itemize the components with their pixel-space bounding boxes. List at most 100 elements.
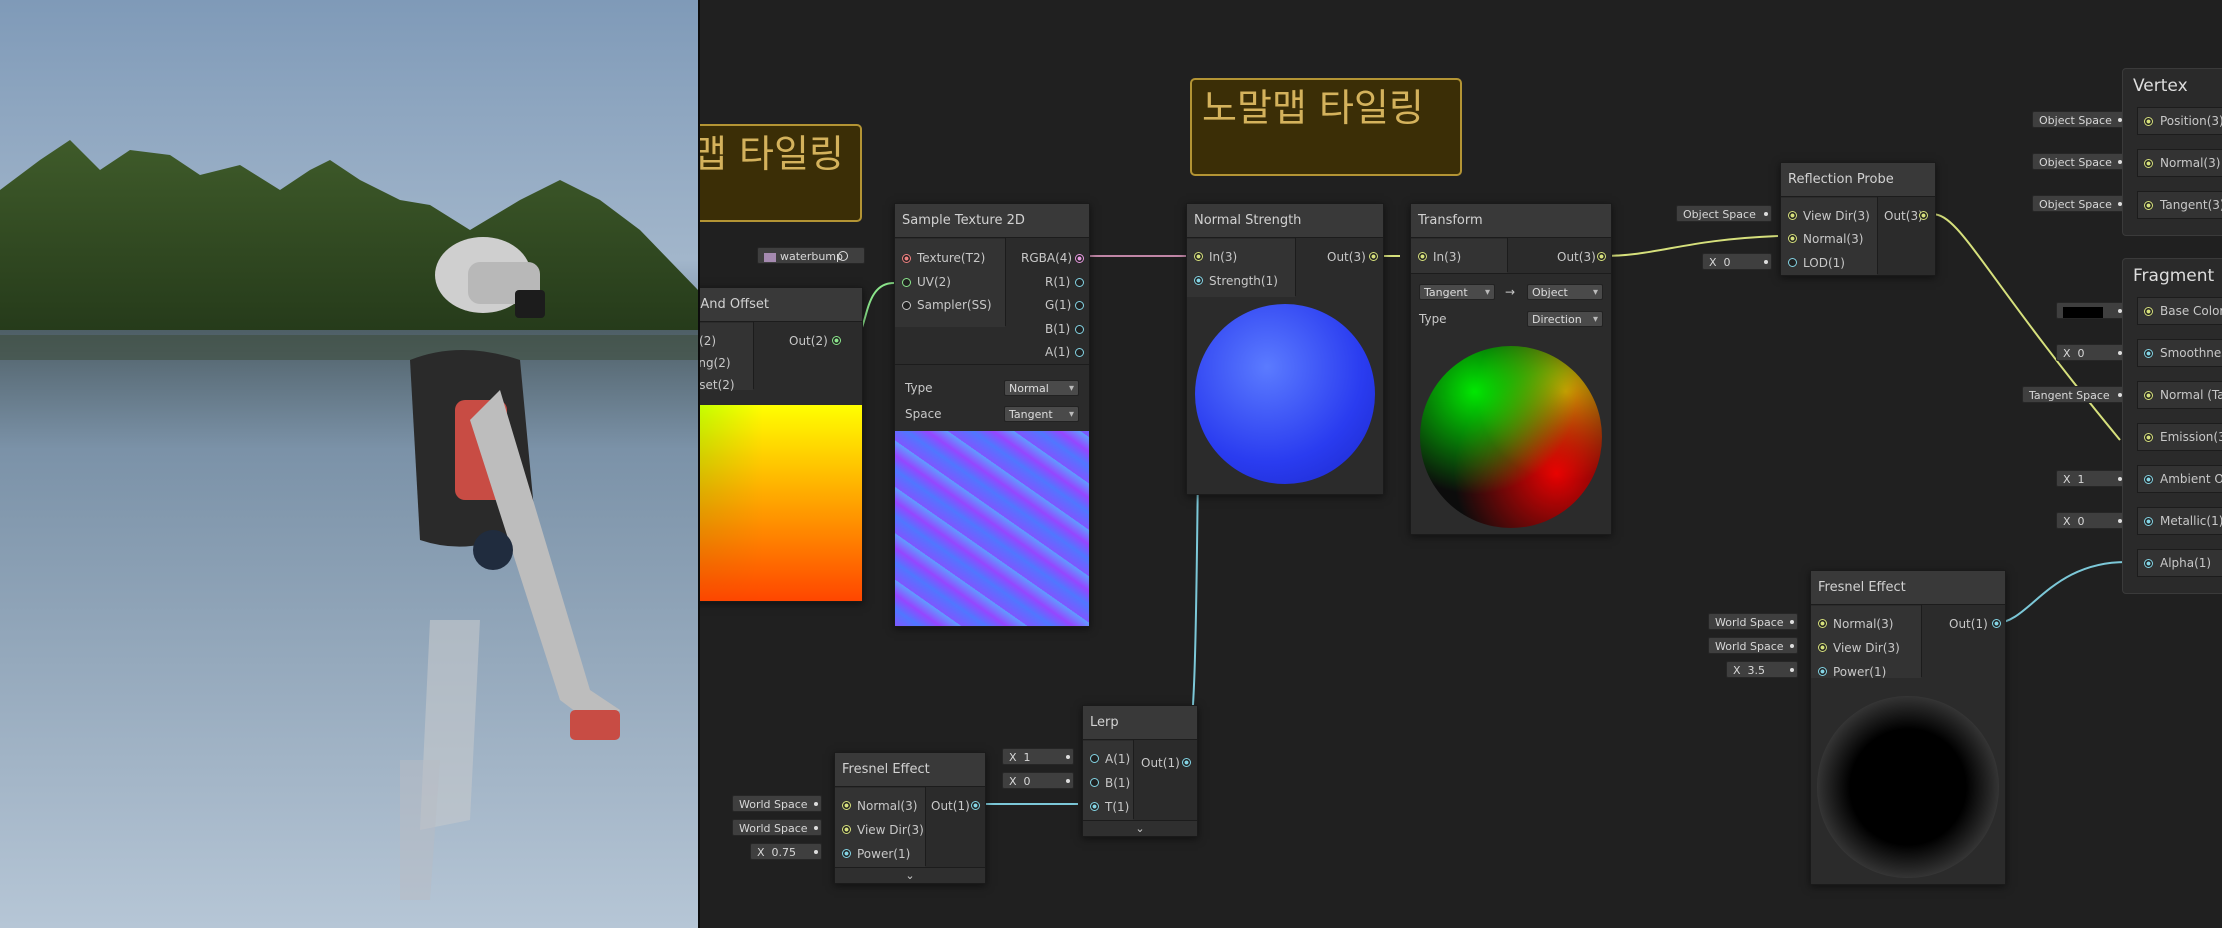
input-viewdir-port[interactable] bbox=[842, 825, 851, 834]
to-space-dropdown[interactable]: Object bbox=[1527, 284, 1603, 301]
output-out-port[interactable] bbox=[971, 801, 980, 810]
reflection-viewdir-space-pill[interactable]: Object Space bbox=[1676, 205, 1772, 222]
vertex-tangent-block[interactable]: Tangent(3) bbox=[2137, 191, 2222, 219]
node-title: Lerp bbox=[1083, 706, 1197, 740]
fresnel-right-viewdir-space-pill[interactable]: World Space bbox=[1708, 637, 1798, 654]
output-rgba-label: RGBA(4) bbox=[1021, 251, 1073, 265]
normal-strength-node[interactable]: Normal Strength In(3) Strength(1) Out(3) bbox=[1186, 203, 1384, 495]
output-a-port[interactable] bbox=[1075, 348, 1084, 357]
from-space-dropdown[interactable]: Tangent bbox=[1419, 284, 1495, 301]
normal-tangent-space-pill[interactable]: Tangent Space bbox=[2022, 386, 2126, 403]
port[interactable] bbox=[2144, 391, 2153, 400]
input-normal-port[interactable] bbox=[1818, 619, 1827, 628]
input-strength-port[interactable] bbox=[1194, 276, 1203, 285]
input-strength-label: Strength(1) bbox=[1209, 274, 1278, 288]
reflection-probe-node[interactable]: Reflection Probe View Dir(3) Normal(3) L… bbox=[1780, 162, 1936, 276]
type-dropdown[interactable]: Direction bbox=[1527, 311, 1603, 328]
output-out-port[interactable] bbox=[1919, 211, 1928, 220]
fresnel-effect-node-bottom[interactable]: Fresnel Effect Normal(3) View Dir(3) Pow… bbox=[834, 752, 986, 884]
fresnel-right-power-field[interactable]: X 3.5 bbox=[1726, 661, 1798, 678]
port[interactable] bbox=[2144, 475, 2153, 484]
input-uv-label: /(2) bbox=[699, 334, 717, 348]
input-t-port[interactable] bbox=[1090, 802, 1099, 811]
node-title: Transform bbox=[1411, 204, 1611, 238]
transform-node[interactable]: Transform In(3) Out(3) Tangent → Object … bbox=[1410, 203, 1612, 535]
output-rgba-port[interactable] bbox=[1075, 254, 1084, 263]
output-out-port[interactable] bbox=[1369, 252, 1378, 261]
input-in-port[interactable] bbox=[1194, 252, 1203, 261]
lerp-a-field[interactable]: X 1 bbox=[1002, 748, 1074, 765]
reflection-lod-field[interactable]: X 0 bbox=[1702, 253, 1772, 270]
input-in-port[interactable] bbox=[1418, 252, 1427, 261]
input-sampler-port[interactable] bbox=[902, 301, 911, 310]
output-out-port[interactable] bbox=[1992, 619, 2001, 628]
base-color-swatch-field[interactable] bbox=[2056, 302, 2126, 319]
normal-strength-preview bbox=[1195, 304, 1375, 484]
fresnel-bottom-power-field[interactable]: X 0.75 bbox=[750, 843, 822, 860]
input-normal-port[interactable] bbox=[842, 801, 851, 810]
vertex-position-space-pill[interactable]: Object Space bbox=[2032, 111, 2126, 128]
port[interactable] bbox=[2144, 307, 2153, 316]
output-out-port[interactable] bbox=[1182, 758, 1191, 767]
shader-graph-canvas[interactable]: 맵 타일링 노말맵 타일링 g And Offset /(2) ing(2) f… bbox=[698, 0, 2222, 928]
port[interactable] bbox=[2144, 117, 2153, 126]
port[interactable] bbox=[2144, 159, 2153, 168]
lerp-b-field[interactable]: X 0 bbox=[1002, 772, 1074, 789]
output-g-port[interactable] bbox=[1075, 301, 1084, 310]
smoothness-field[interactable]: X 0 bbox=[2056, 344, 2126, 361]
input-viewdir-port[interactable] bbox=[1818, 643, 1827, 652]
emission-block[interactable]: Emission(3) bbox=[2137, 423, 2222, 451]
port[interactable] bbox=[2144, 517, 2153, 526]
metallic-field[interactable]: X 0 bbox=[2056, 512, 2126, 529]
input-power-port[interactable] bbox=[842, 849, 851, 858]
metallic-block[interactable]: Metallic(1) bbox=[2137, 507, 2222, 535]
fresnel-effect-node-right[interactable]: Fresnel Effect Normal(3) View Dir(3) Pow… bbox=[1810, 570, 2006, 885]
sample-texture-2d-node[interactable]: Sample Texture 2D Texture(T2) UV(2) Samp… bbox=[894, 203, 1090, 627]
output-out-port[interactable] bbox=[832, 336, 841, 345]
tiling-and-offset-node[interactable]: g And Offset /(2) ing(2) fset(2) Out(2) bbox=[699, 287, 863, 602]
ambient-occlusion-block[interactable]: Ambient Occlusion(1) bbox=[2137, 465, 2222, 493]
vertex-normal-block[interactable]: Normal(3) bbox=[2137, 149, 2222, 177]
fresnel-bottom-viewdir-space-pill[interactable]: World Space bbox=[732, 819, 822, 836]
fresnel-bottom-normal-space-pill[interactable]: World Space bbox=[732, 795, 822, 812]
port[interactable] bbox=[2144, 433, 2153, 442]
vertex-position-block[interactable]: Position(3) bbox=[2137, 107, 2222, 135]
alpha-block[interactable]: Alpha(1) bbox=[2137, 549, 2222, 577]
sticky-note-center[interactable]: 노말맵 타일링 bbox=[1190, 78, 1462, 176]
fresnel-right-normal-space-pill[interactable]: World Space bbox=[1708, 613, 1798, 630]
port[interactable] bbox=[2144, 559, 2153, 568]
lerp-node[interactable]: Lerp A(1) B(1) T(1) Out(1) ⌄ bbox=[1082, 705, 1198, 837]
expand-preview-chevron-icon[interactable]: ⌄ bbox=[1083, 820, 1197, 836]
port[interactable] bbox=[2144, 349, 2153, 358]
scene-preview[interactable] bbox=[0, 0, 698, 928]
output-r-port[interactable] bbox=[1075, 278, 1084, 287]
input-viewdir-port[interactable] bbox=[1788, 211, 1797, 220]
vertex-context-stack[interactable]: Vertex Position(3) Normal(3) Tangent(3) bbox=[2122, 68, 2222, 236]
texture-property-pill[interactable]: waterbump bbox=[757, 247, 865, 264]
space-dropdown[interactable]: Tangent bbox=[1004, 406, 1079, 423]
input-power-port[interactable] bbox=[1818, 667, 1827, 676]
object-picker-icon[interactable] bbox=[838, 251, 848, 261]
arrow-icon: → bbox=[1505, 285, 1516, 299]
fragment-context-stack[interactable]: Fragment Base Color(3) Smoothness(1) Nor… bbox=[2122, 258, 2222, 594]
vertex-normal-space-pill[interactable]: Object Space bbox=[2032, 153, 2126, 170]
sticky-note-left[interactable]: 맵 타일링 bbox=[700, 124, 862, 222]
input-texture-port[interactable] bbox=[902, 254, 911, 263]
color-swatch bbox=[2063, 306, 2103, 318]
input-a-port[interactable] bbox=[1090, 754, 1099, 763]
expand-preview-chevron-icon[interactable]: ⌄ bbox=[835, 867, 985, 883]
ambient-occlusion-field[interactable]: X 1 bbox=[2056, 470, 2126, 487]
output-out-port[interactable] bbox=[1597, 252, 1606, 261]
output-b-port[interactable] bbox=[1075, 325, 1084, 334]
port[interactable] bbox=[2144, 201, 2153, 210]
normal-block[interactable]: Normal (Tangent Space)(3) bbox=[2137, 381, 2222, 409]
smoothness-block[interactable]: Smoothness(1) bbox=[2137, 339, 2222, 367]
vertex-tangent-space-pill[interactable]: Object Space bbox=[2032, 195, 2126, 212]
input-b-port[interactable] bbox=[1090, 778, 1099, 787]
input-lod-port[interactable] bbox=[1788, 258, 1797, 267]
type-dropdown[interactable]: Normal bbox=[1004, 380, 1079, 397]
output-b-label: B(1) bbox=[1045, 322, 1071, 336]
base-color-block[interactable]: Base Color(3) bbox=[2137, 297, 2222, 325]
input-normal-port[interactable] bbox=[1788, 234, 1797, 243]
input-uv-port[interactable] bbox=[902, 278, 911, 287]
